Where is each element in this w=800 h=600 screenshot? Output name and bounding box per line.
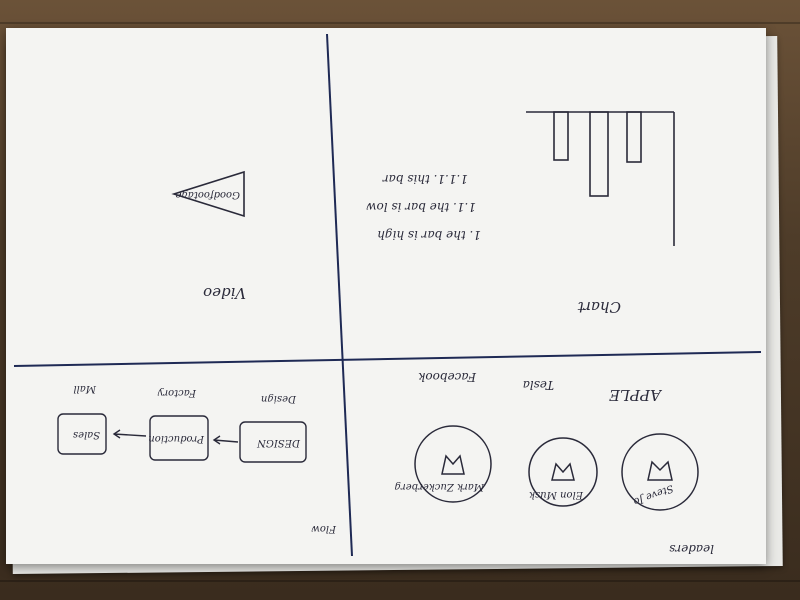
flow-arrow	[112, 429, 147, 439]
flow-box-sales: Sales	[72, 429, 100, 440]
paper-content-rotated: Chart 1. the bar is high 1.1. the bar is…	[6, 28, 766, 564]
flow-caption-design: Design	[260, 393, 296, 404]
flow-arrow	[212, 435, 239, 445]
flow-diagram	[57, 413, 307, 463]
table-plank-seam	[0, 580, 800, 582]
flow-box-production: Production	[148, 433, 204, 444]
sketch-paper: Chart 1. the bar is high 1.1. the bar is…	[6, 28, 766, 564]
table-plank-seam	[0, 22, 800, 24]
flow-caption-mall: Mall	[73, 383, 96, 394]
flow-box-design: DESIGN	[257, 437, 300, 448]
flow-caption-factory: Factory	[157, 387, 196, 398]
